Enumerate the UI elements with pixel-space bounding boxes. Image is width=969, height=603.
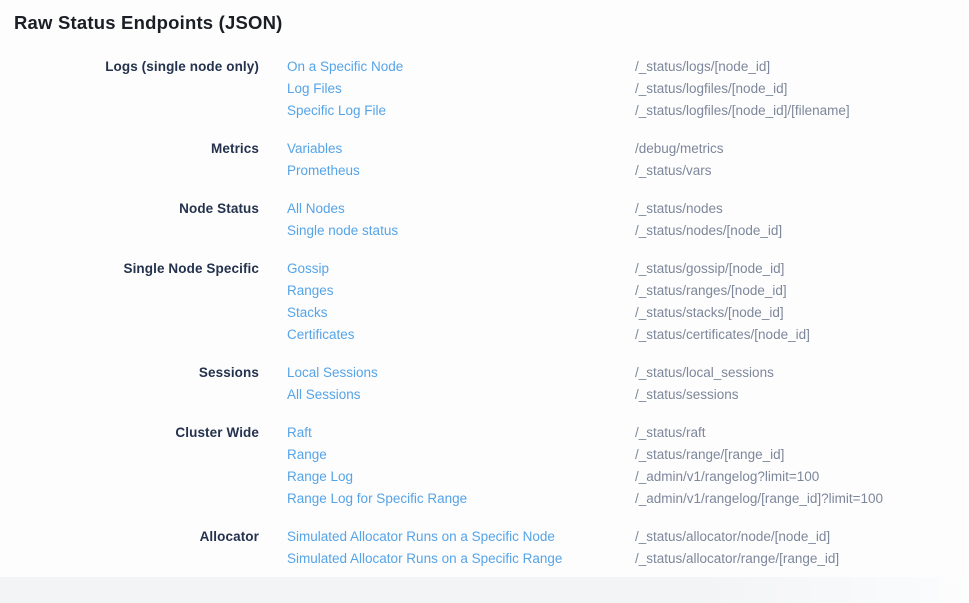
endpoint-path: /_status/vars bbox=[635, 160, 969, 182]
endpoint-link[interactable]: Simulated Allocator Runs on a Specific R… bbox=[287, 548, 635, 570]
endpoint-path: /_status/nodes/[node_id] bbox=[635, 220, 969, 242]
endpoint-path: /_status/nodes bbox=[635, 198, 969, 220]
endpoint-link[interactable]: Range bbox=[287, 444, 635, 466]
paths-column: /_status/logs/[node_id] /_status/logfile… bbox=[635, 56, 969, 122]
page: { "page": { "title": "Raw Status Endpoin… bbox=[0, 0, 969, 603]
endpoint-path: /_status/certificates/[node_id] bbox=[635, 324, 969, 346]
endpoint-link[interactable]: All Nodes bbox=[287, 198, 635, 220]
endpoints-table: Logs (single node only) On a Specific No… bbox=[0, 56, 969, 570]
endpoint-path: /debug/metrics bbox=[635, 138, 969, 160]
category-label: Cluster Wide bbox=[0, 422, 259, 444]
endpoint-link[interactable]: Range Log bbox=[287, 466, 635, 488]
endpoint-link[interactable]: On a Specific Node bbox=[287, 56, 635, 78]
category-label: Allocator bbox=[0, 526, 259, 548]
endpoint-path: /_status/allocator/range/[range_id] bbox=[635, 548, 969, 570]
paths-column: /_status/gossip/[node_id] /_status/range… bbox=[635, 258, 969, 346]
endpoint-link[interactable]: Raft bbox=[287, 422, 635, 444]
category-label: Node Status bbox=[0, 198, 259, 220]
endpoint-link[interactable]: Log Files bbox=[287, 78, 635, 100]
endpoint-link[interactable]: Range Log for Specific Range bbox=[287, 488, 635, 510]
endpoint-link[interactable]: Specific Log File bbox=[287, 100, 635, 122]
paths-column: /_status/raft /_status/range/[range_id] … bbox=[635, 422, 969, 510]
endpoint-link[interactable]: Prometheus bbox=[287, 160, 635, 182]
footer-strip bbox=[0, 577, 969, 603]
endpoint-path: /_status/range/[range_id] bbox=[635, 444, 969, 466]
endpoint-link[interactable]: Single node status bbox=[287, 220, 635, 242]
links-column: Gossip Ranges Stacks Certificates bbox=[287, 258, 635, 346]
endpoint-group-metrics: Metrics Variables Prometheus /debug/metr… bbox=[0, 138, 969, 182]
category-label: Metrics bbox=[0, 138, 259, 160]
links-column: All Nodes Single node status bbox=[287, 198, 635, 242]
endpoint-link[interactable]: Ranges bbox=[287, 280, 635, 302]
endpoint-path: /_status/raft bbox=[635, 422, 969, 444]
endpoint-path: /_status/logfiles/[node_id] bbox=[635, 78, 969, 100]
endpoint-group-single-node-specific: Single Node Specific Gossip Ranges Stack… bbox=[0, 258, 969, 346]
paths-column: /_status/local_sessions /_status/session… bbox=[635, 362, 969, 406]
paths-column: /_status/nodes /_status/nodes/[node_id] bbox=[635, 198, 969, 242]
links-column: On a Specific Node Log Files Specific Lo… bbox=[287, 56, 635, 122]
paths-column: /debug/metrics /_status/vars bbox=[635, 138, 969, 182]
endpoint-path: /_admin/v1/rangelog?limit=100 bbox=[635, 466, 969, 488]
endpoint-group-allocator: Allocator Simulated Allocator Runs on a … bbox=[0, 526, 969, 570]
endpoint-link[interactable]: Stacks bbox=[287, 302, 635, 324]
endpoint-path: /_status/ranges/[node_id] bbox=[635, 280, 969, 302]
endpoint-path: /_admin/v1/rangelog/[range_id]?limit=100 bbox=[635, 488, 969, 510]
endpoint-link[interactable]: Certificates bbox=[287, 324, 635, 346]
page-title: Raw Status Endpoints (JSON) bbox=[0, 0, 969, 35]
endpoint-path: /_status/stacks/[node_id] bbox=[635, 302, 969, 324]
endpoint-path: /_status/logs/[node_id] bbox=[635, 56, 969, 78]
endpoint-group-node-status: Node Status All Nodes Single node status… bbox=[0, 198, 969, 242]
endpoint-path: /_status/allocator/node/[node_id] bbox=[635, 526, 969, 548]
links-column: Raft Range Range Log Range Log for Speci… bbox=[287, 422, 635, 510]
endpoint-path: /_status/gossip/[node_id] bbox=[635, 258, 969, 280]
endpoint-path: /_status/logfiles/[node_id]/[filename] bbox=[635, 100, 969, 122]
category-label: Logs (single node only) bbox=[0, 56, 259, 78]
endpoint-link[interactable]: Local Sessions bbox=[287, 362, 635, 384]
endpoint-group-logs: Logs (single node only) On a Specific No… bbox=[0, 56, 969, 122]
endpoint-group-cluster-wide: Cluster Wide Raft Range Range Log Range … bbox=[0, 422, 969, 510]
endpoint-path: /_status/local_sessions bbox=[635, 362, 969, 384]
endpoint-link[interactable]: Simulated Allocator Runs on a Specific N… bbox=[287, 526, 635, 548]
endpoint-group-sessions: Sessions Local Sessions All Sessions /_s… bbox=[0, 362, 969, 406]
links-column: Variables Prometheus bbox=[287, 138, 635, 182]
links-column: Simulated Allocator Runs on a Specific N… bbox=[287, 526, 635, 570]
endpoint-path: /_status/sessions bbox=[635, 384, 969, 406]
category-label: Sessions bbox=[0, 362, 259, 384]
paths-column: /_status/allocator/node/[node_id] /_stat… bbox=[635, 526, 969, 570]
links-column: Local Sessions All Sessions bbox=[287, 362, 635, 406]
endpoint-link[interactable]: Gossip bbox=[287, 258, 635, 280]
category-label: Single Node Specific bbox=[0, 258, 259, 280]
endpoint-link[interactable]: Variables bbox=[287, 138, 635, 160]
endpoint-link[interactable]: All Sessions bbox=[287, 384, 635, 406]
